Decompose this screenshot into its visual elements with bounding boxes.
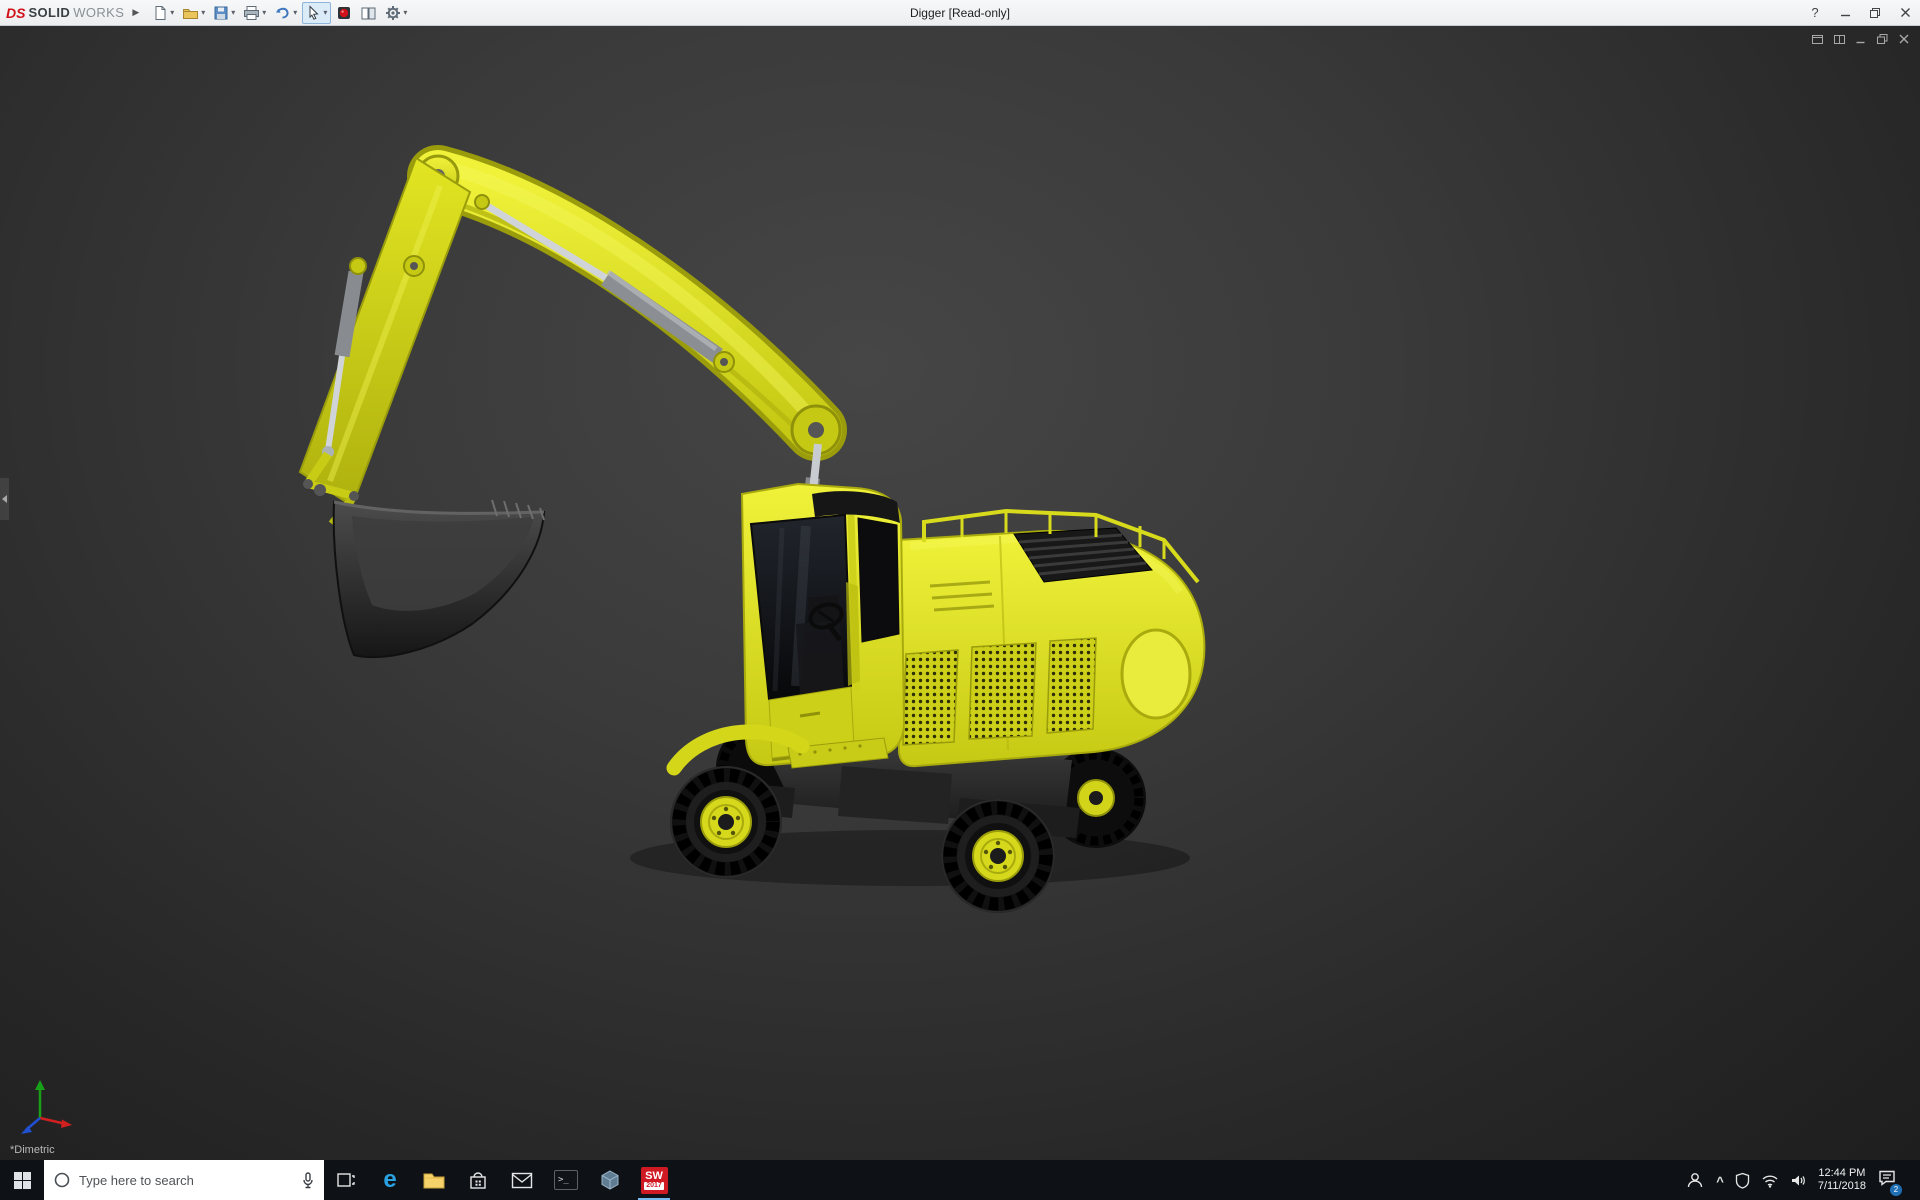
start-button[interactable]	[0, 1160, 44, 1200]
excavator-cab[interactable]	[742, 484, 904, 765]
printer-icon	[243, 5, 260, 21]
reference-book-button[interactable]	[357, 3, 380, 23]
resource-monitor-button[interactable]	[333, 3, 355, 23]
document-title: Digger [Read-only]	[910, 6, 1010, 20]
undo-button[interactable]: ▾	[271, 3, 300, 23]
select-tool-button[interactable]: ▾	[302, 2, 331, 24]
system-tray: ^ 12:44 PM 7/11/2018 2	[1685, 1160, 1920, 1200]
3d-scene-canvas[interactable]	[0, 26, 1920, 1160]
quick-access-toolbar: ▾ ▾ ▾ ▾ ▾ ▾	[149, 2, 410, 24]
file-explorer-icon	[422, 1170, 446, 1190]
taskbar-search[interactable]	[44, 1160, 324, 1200]
terminal-icon: >_	[554, 1170, 578, 1190]
undo-caret[interactable]: ▾	[293, 8, 297, 17]
front-left-wheel[interactable]	[670, 766, 782, 878]
solidworks-app-icon: SW 2017	[641, 1167, 668, 1194]
clock-date: 7/11/2018	[1818, 1180, 1866, 1193]
minimize-button[interactable]	[1830, 0, 1860, 25]
open-document-caret[interactable]: ▾	[201, 8, 205, 17]
windows-logo-icon	[14, 1172, 31, 1189]
notification-badge: 2	[1890, 1184, 1902, 1196]
rear-left-wheel[interactable]	[941, 799, 1055, 913]
settings-button[interactable]: ▾	[382, 3, 410, 23]
side-vent-panels	[903, 638, 1096, 745]
edge-icon: e	[383, 1168, 396, 1192]
action-center-button[interactable]: 2	[1877, 1169, 1897, 1192]
sw-year-label: 2017	[644, 1182, 664, 1190]
resource-monitor-icon	[336, 5, 352, 21]
excavator-bucket[interactable]	[334, 500, 544, 657]
volume-icon[interactable]	[1790, 1173, 1807, 1188]
new-document-icon	[152, 5, 168, 21]
store-button[interactable]	[456, 1160, 500, 1200]
brand-solid: SOLID	[28, 5, 70, 20]
restore-icon	[1869, 7, 1881, 19]
help-button[interactable]: ?	[1800, 0, 1830, 25]
float-window-icon[interactable]	[1811, 33, 1824, 45]
brand-works: WORKS	[73, 5, 124, 20]
view-orientation-label: *Dimetric	[10, 1144, 55, 1156]
panel-collapse-tab[interactable]	[0, 478, 9, 520]
graphics-viewport[interactable]: *Dimetric	[0, 26, 1920, 1160]
search-input[interactable]	[79, 1173, 293, 1188]
clock-time: 12:44 PM	[1818, 1167, 1866, 1180]
select-tool-caret[interactable]: ▾	[323, 8, 327, 17]
save-floppy-icon	[213, 5, 229, 21]
minimize-icon	[1840, 7, 1851, 18]
print-caret[interactable]: ▾	[262, 8, 266, 17]
settings-caret[interactable]: ▾	[403, 8, 407, 17]
task-view-icon	[336, 1171, 356, 1189]
3d-app-button[interactable]	[588, 1160, 632, 1200]
reference-book-icon	[360, 5, 377, 21]
orientation-triad	[14, 1074, 78, 1136]
doc-restore-icon[interactable]	[1876, 33, 1889, 45]
close-button[interactable]	[1890, 0, 1920, 25]
gear-icon	[385, 5, 401, 21]
open-folder-icon	[182, 5, 199, 21]
file-explorer-button[interactable]	[412, 1160, 456, 1200]
doc-close-icon[interactable]	[1898, 33, 1910, 45]
collapse-arrow-icon	[2, 495, 7, 503]
save-caret[interactable]: ▾	[231, 8, 235, 17]
new-document-button[interactable]: ▾	[149, 3, 177, 23]
window-controls: ?	[1800, 0, 1920, 25]
undo-arrow-icon	[274, 5, 291, 21]
doc-minimize-icon[interactable]	[1855, 33, 1867, 45]
titlebar: DS SOLID WORKS ▶ ▾ ▾ ▾ ▾	[0, 0, 1920, 26]
menu-expand-arrow[interactable]: ▶	[132, 7, 139, 18]
mail-button[interactable]	[500, 1160, 544, 1200]
microphone-icon[interactable]	[301, 1171, 315, 1189]
print-button[interactable]: ▾	[240, 3, 269, 23]
sw-label: SW	[645, 1170, 663, 1182]
excavator-body[interactable]	[898, 511, 1204, 766]
network-icon[interactable]	[1761, 1173, 1779, 1188]
edge-button[interactable]: e	[368, 1160, 412, 1200]
document-window-controls	[1811, 33, 1910, 45]
save-button[interactable]: ▾	[210, 3, 238, 23]
mail-icon	[511, 1172, 533, 1189]
new-document-caret[interactable]: ▾	[170, 8, 174, 17]
hidden-icons-chevron[interactable]: ^	[1716, 1174, 1724, 1189]
open-document-button[interactable]: ▾	[179, 3, 208, 23]
excavator-boom-assembly[interactable]	[300, 156, 840, 524]
dock-window-icon[interactable]	[1833, 33, 1846, 45]
cube-icon	[599, 1169, 621, 1191]
close-icon	[1900, 7, 1911, 18]
people-icon[interactable]	[1685, 1171, 1705, 1189]
solidworks-app-button[interactable]: SW 2017	[632, 1160, 676, 1200]
task-view-button[interactable]	[324, 1160, 368, 1200]
restore-button[interactable]	[1860, 0, 1890, 25]
cortana-circle-icon	[53, 1171, 71, 1189]
store-bag-icon	[468, 1170, 488, 1190]
terminal-button[interactable]: >_	[544, 1160, 588, 1200]
security-shield-icon[interactable]	[1735, 1172, 1750, 1189]
windows-taskbar: e >_ SW 2017 ^ 1	[0, 1160, 1920, 1200]
select-cursor-icon	[306, 5, 321, 21]
solidworks-window: DS SOLID WORKS ▶ ▾ ▾ ▾ ▾	[0, 0, 1920, 1200]
ds-logo: DS	[6, 5, 25, 21]
taskbar-clock[interactable]: 12:44 PM 7/11/2018	[1818, 1167, 1866, 1193]
solidworks-logo: DS SOLID WORKS	[6, 5, 124, 21]
